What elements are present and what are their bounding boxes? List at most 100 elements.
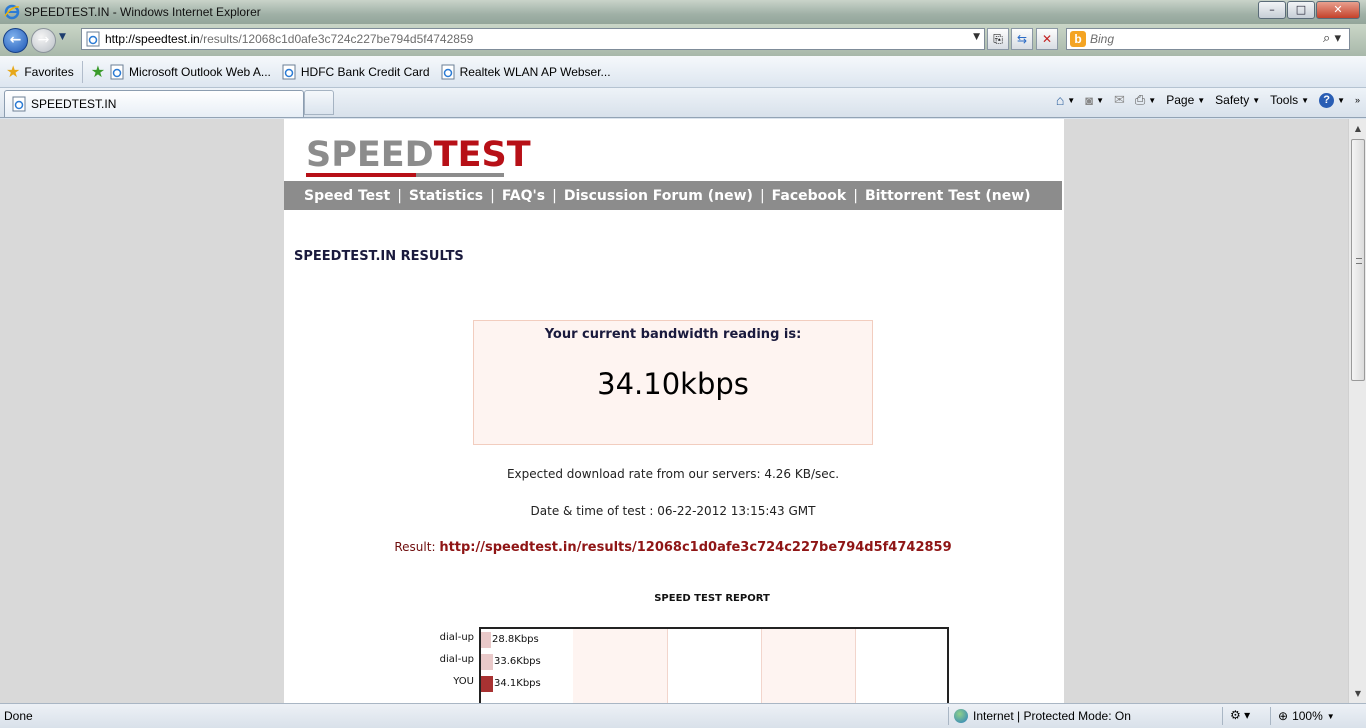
menu-separator: | <box>552 187 557 204</box>
speedtest-page: SPEEDTEST Speed Test | Statistics | FAQ's |… <box>284 119 1064 703</box>
compatibility-view-button[interactable]: ⎘ <box>987 28 1009 50</box>
chart-bar <box>481 632 491 648</box>
help-button[interactable]: ? ▼ <box>1319 92 1345 108</box>
new-tab-button[interactable] <box>304 90 334 115</box>
speedtest-logo[interactable]: SPEEDTEST <box>306 137 531 177</box>
chart-category-label: dial-up <box>439 654 474 665</box>
menu-separator: | <box>490 187 495 204</box>
scroll-thumb[interactable] <box>1351 139 1365 381</box>
vertical-scrollbar[interactable]: ▲ ▼ <box>1348 119 1366 703</box>
chart-band <box>667 629 761 703</box>
status-separator <box>948 707 949 725</box>
bandwidth-value: 34.10kbps <box>597 367 749 401</box>
printer-icon: ⎙ <box>1134 92 1146 107</box>
mail-icon: ✉ <box>1113 92 1125 107</box>
speed-chart: 28.8Kbps 33.6Kbps 34.1Kbps <box>479 627 949 703</box>
zoom-icon: ⊕ <box>1278 709 1289 723</box>
results-title: SPEEDTEST.IN RESULTS <box>294 249 464 264</box>
ie-page-icon <box>110 64 124 79</box>
zoom-control[interactable]: ⊕ 100% ▼ <box>1278 709 1335 723</box>
result-line: Result: http://speedtest.in/results/1206… <box>284 540 1062 555</box>
menu-separator: | <box>759 187 765 204</box>
menu-discussion-forum[interactable]: Discussion Forum (new) <box>564 188 753 204</box>
print-button[interactable]: ⎙ ▼ <box>1135 92 1156 108</box>
home-button[interactable]: ⌂ ▼ <box>1056 92 1075 108</box>
search-placeholder: Bing <box>1090 32 1115 46</box>
recent-pages-dropdown-icon[interactable]: ▼ <box>59 32 66 42</box>
rss-feed-icon: ◙ <box>1085 92 1094 108</box>
favorites-star-icon: ★ <box>6 63 21 81</box>
tab-speedtest[interactable]: SPEEDTEST.IN <box>4 90 304 117</box>
chart-band <box>855 629 949 703</box>
safety-menu[interactable]: Safety ▼ <box>1215 93 1260 107</box>
ie-page-icon <box>12 96 26 112</box>
toolbar-overflow-icon[interactable]: » <box>1355 95 1360 105</box>
tab-bar: SPEEDTEST.IN ⌂ ▼ ◙ ▼ ✉ ⎙ ▼ Page ▼ Safety ▼ To… <box>0 88 1366 118</box>
menu-statistics[interactable]: Statistics <box>409 188 483 204</box>
back-button[interactable]: ← <box>3 28 28 53</box>
menu-speed-test[interactable]: Speed Test <box>304 188 390 204</box>
status-bar: Done Internet | Protected Mode: On ⚙ ▾ ⊕… <box>0 703 1366 728</box>
status-separator <box>1270 707 1271 725</box>
stop-button[interactable]: ✕ <box>1036 28 1058 50</box>
chart-bar-value: 33.6Kbps <box>494 656 541 667</box>
ie-page-icon <box>441 64 455 79</box>
help-icon: ? <box>1319 92 1335 108</box>
globe-icon <box>954 709 968 723</box>
home-icon: ⌂ <box>1055 92 1065 108</box>
logo-underline-red <box>306 173 416 177</box>
search-box[interactable]: b Bing ⌕ ▾ <box>1066 28 1350 50</box>
page-menu[interactable]: Page ▼ <box>1166 93 1205 107</box>
status-text: Done <box>4 709 33 723</box>
chart-band <box>761 629 855 703</box>
scroll-grip-icon <box>1356 258 1362 264</box>
chart-bar <box>481 676 493 692</box>
page-viewport: SPEEDTEST Speed Test | Statistics | FAQ's |… <box>0 119 1348 703</box>
chart-bar-value: 28.8Kbps <box>492 634 539 645</box>
menu-faqs[interactable]: FAQ's <box>502 188 545 204</box>
maximize-button[interactable]: □ <box>1287 1 1315 19</box>
chart-bar <box>481 654 493 670</box>
refresh-button[interactable]: ⇆ <box>1011 28 1033 50</box>
favorite-link-realtek[interactable]: Realtek WLAN AP Webser... <box>440 64 611 80</box>
status-separator <box>1222 707 1223 725</box>
bing-icon: b <box>1070 31 1086 47</box>
address-bar[interactable]: http://speedtest.in/results/12068c1d0afe… <box>81 28 985 50</box>
minimize-button[interactable]: – <box>1258 1 1286 19</box>
bandwidth-label: Your current bandwidth reading is: <box>544 327 802 342</box>
window-title: SPEEDTEST.IN - Windows Internet Explorer <box>24 5 261 19</box>
security-zone[interactable]: Internet | Protected Mode: On <box>954 709 1131 723</box>
address-dropdown-icon[interactable]: ▼ <box>973 32 980 42</box>
add-to-favorites-bar-icon[interactable]: ★ <box>91 62 105 82</box>
tools-menu[interactable]: Tools ▼ <box>1270 93 1309 107</box>
report-title: SPEED TEST REPORT <box>654 593 770 604</box>
chart-bar-value: 34.1Kbps <box>494 678 541 689</box>
chart-category-label: YOU <box>453 676 474 687</box>
menu-bittorrent-test[interactable]: Bittorrent Test (new) <box>865 188 1031 204</box>
protected-mode-icon[interactable]: ⚙ ▾ <box>1230 708 1250 722</box>
address-url: http://speedtest.in/results/12068c1d0afe… <box>105 32 474 46</box>
scroll-down-icon[interactable]: ▼ <box>1350 685 1366 702</box>
stop-icon: ✕ <box>1041 32 1053 46</box>
site-menu: Speed Test | Statistics | FAQ's | Discussio… <box>284 181 1062 210</box>
favorites-button[interactable]: Favorites <box>24 65 73 79</box>
result-link[interactable]: http://speedtest.in/results/12068c1d0afe… <box>439 540 951 555</box>
window-title-bar: SPEEDTEST.IN - Windows Internet Explorer… <box>0 0 1366 24</box>
forward-arrow-icon: → <box>37 32 50 48</box>
scroll-up-icon[interactable]: ▲ <box>1350 120 1366 137</box>
feeds-button[interactable]: ◙ ▼ <box>1085 93 1104 108</box>
tab-label: SPEEDTEST.IN <box>31 97 117 111</box>
forward-button[interactable]: → <box>31 28 56 53</box>
favorite-link-outlook[interactable]: Microsoft Outlook Web A... <box>109 64 271 80</box>
page-icon <box>86 31 100 47</box>
search-icon[interactable]: ⌕ ▾ <box>1323 31 1341 46</box>
logo-underline-gray <box>416 173 504 177</box>
read-mail-button[interactable]: ✉ <box>1114 92 1125 108</box>
navigation-bar: ← → ▼ http://speedtest.in/results/12068c… <box>0 24 1366 56</box>
close-window-button[interactable]: ✕ <box>1316 1 1360 19</box>
ie-page-icon <box>282 64 296 79</box>
command-bar: ⌂ ▼ ◙ ▼ ✉ ⎙ ▼ Page ▼ Safety ▼ Tools ▼ ? ▼ » <box>1046 92 1360 108</box>
menu-facebook[interactable]: Facebook <box>772 188 847 204</box>
favorite-link-hdfc[interactable]: HDFC Bank Credit Card <box>281 64 430 80</box>
menu-separator: | <box>853 187 858 204</box>
